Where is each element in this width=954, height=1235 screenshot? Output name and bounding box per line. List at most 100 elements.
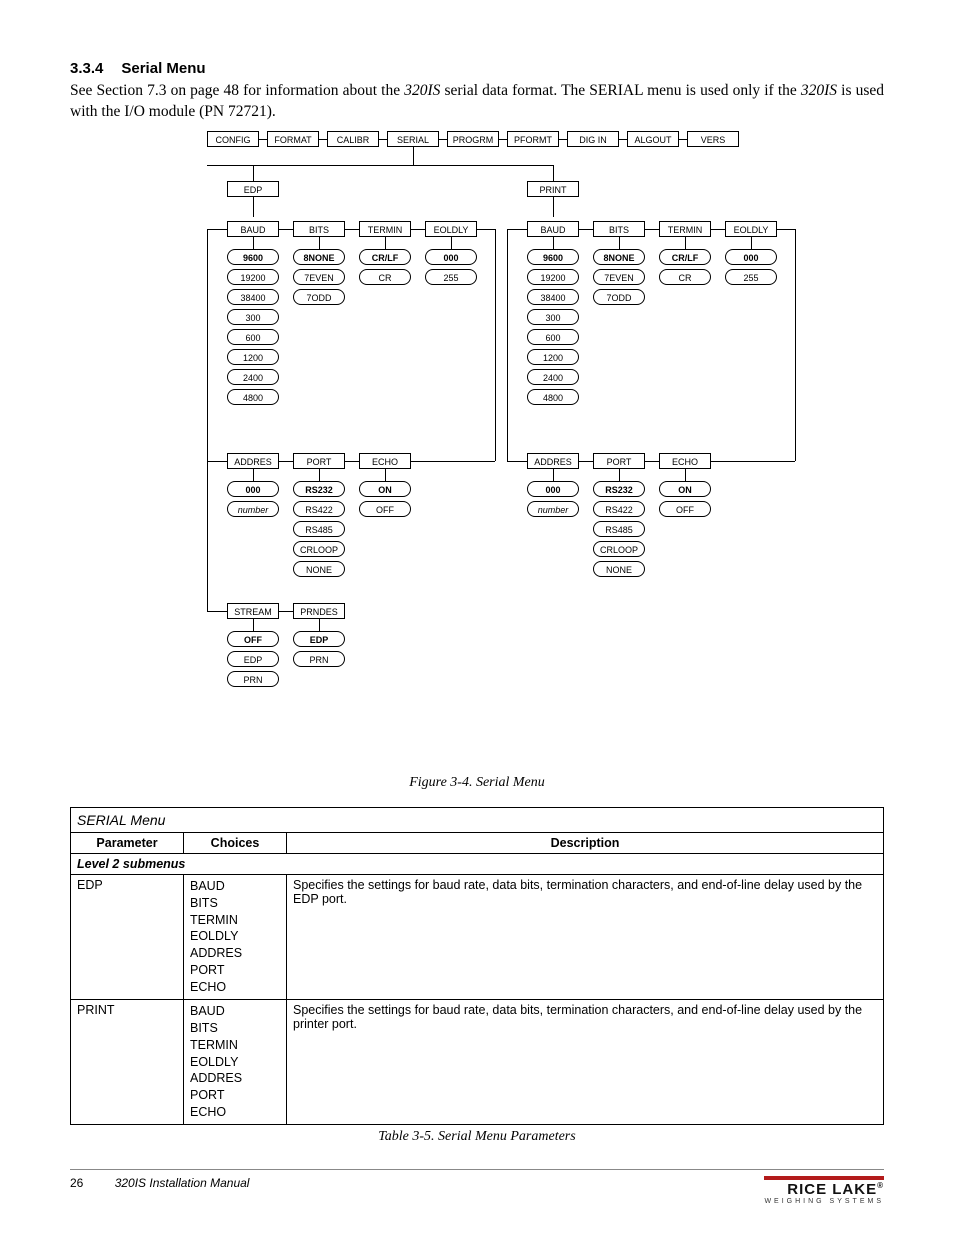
top-menu-item: VERS (687, 131, 739, 147)
port-opt: RS485 (293, 521, 345, 537)
eoldly-opt: 000 (425, 249, 477, 265)
top-menu-item: PROGRM (447, 131, 499, 147)
param-node: EOLDLY (425, 221, 477, 237)
addres-opt: 000 (527, 481, 579, 497)
bits-opt: 7ODD (593, 289, 645, 305)
baud-opt: 2400 (527, 369, 579, 385)
param-node: EOLDLY (725, 221, 777, 237)
figure-caption: Figure 3-4. Serial Menu (70, 775, 884, 791)
bits-opt: 8NONE (293, 249, 345, 265)
bits-opt: 7EVEN (593, 269, 645, 285)
choice-item: ECHO (190, 1104, 280, 1121)
table-section: Level 2 submenus (71, 853, 884, 874)
choice-item: ADDRES (190, 945, 280, 962)
table-row: EDP BAUDBITSTERMINEOLDLYADDRESPORTECHO S… (71, 874, 884, 999)
echo-opt: ON (659, 481, 711, 497)
termin-opt: CR/LF (659, 249, 711, 265)
eoldly-opt: 255 (425, 269, 477, 285)
baud-opt: 600 (227, 329, 279, 345)
baud-opt: 9600 (527, 249, 579, 265)
table-title: SERIAL Menu (71, 807, 884, 832)
param-node: BAUD (227, 221, 279, 237)
doc-title: 320IS Installation Manual (115, 1176, 250, 1190)
top-menu-item: SERIAL (387, 131, 439, 147)
baud-opt: 19200 (227, 269, 279, 285)
param-node: STREAM (227, 603, 279, 619)
param-node: BAUD (527, 221, 579, 237)
top-menu-item: FORMAT (267, 131, 319, 147)
port-opt: NONE (293, 561, 345, 577)
port-opt: NONE (593, 561, 645, 577)
stream-opt: PRN (227, 671, 279, 687)
stream-opt: OFF (227, 631, 279, 647)
prndes-opt: PRN (293, 651, 345, 667)
termin-opt: CR/LF (359, 249, 411, 265)
termin-opt: CR (659, 269, 711, 285)
table-cell-desc: Specifies the settings for baud rate, da… (287, 999, 884, 1124)
top-menu-item: CONFIG (207, 131, 259, 147)
echo-opt: OFF (659, 501, 711, 517)
baud-opt: 9600 (227, 249, 279, 265)
port-opt: CRLOOP (293, 541, 345, 557)
intro-text: serial data format. The SERIAL menu is u… (440, 82, 800, 99)
port-opt: RS232 (293, 481, 345, 497)
bits-opt: 7EVEN (293, 269, 345, 285)
print-node: PRINT (527, 181, 579, 197)
param-node: ECHO (659, 453, 711, 469)
param-node: BITS (593, 221, 645, 237)
serial-menu-table: SERIAL Menu Parameter Choices Descriptio… (70, 807, 884, 1125)
menu-diagram: CONFIGFORMATCALIBRSERIALPROGRMPFORMTDIG … (127, 131, 827, 771)
eoldly-opt: 000 (725, 249, 777, 265)
section-title: Serial Menu (121, 60, 205, 77)
table-cell-choices: BAUDBITSTERMINEOLDLYADDRESPORTECHO (184, 999, 287, 1124)
baud-opt: 1200 (227, 349, 279, 365)
baud-opt: 600 (527, 329, 579, 345)
intro-text: See Section 7.3 on page 48 for informati… (70, 82, 404, 99)
port-opt: CRLOOP (593, 541, 645, 557)
stream-opt: EDP (227, 651, 279, 667)
param-node: ADDRES (227, 453, 279, 469)
param-node: TERMIN (359, 221, 411, 237)
baud-opt: 1200 (527, 349, 579, 365)
param-node: BITS (293, 221, 345, 237)
intro-text-italic: 320IS (801, 82, 837, 99)
addres-opt: 000 (227, 481, 279, 497)
echo-opt: ON (359, 481, 411, 497)
prndes-opt: EDP (293, 631, 345, 647)
brand-logo: RICE LAKE® WEIGHING SYSTEMS (764, 1176, 884, 1205)
section-number: 3.3.4 (70, 60, 103, 77)
table-row: PRINT BAUDBITSTERMINEOLDLYADDRESPORTECHO… (71, 999, 884, 1124)
intro-text-italic: 320IS (404, 82, 440, 99)
baud-opt: 2400 (227, 369, 279, 385)
port-opt: RS485 (593, 521, 645, 537)
echo-opt: OFF (359, 501, 411, 517)
baud-opt: 38400 (227, 289, 279, 305)
table-header-description: Description (287, 832, 884, 853)
top-menu-item: CALIBR (327, 131, 379, 147)
addres-opt: number (527, 501, 579, 517)
brand-name: RICE LAKE (787, 1181, 877, 1198)
choice-item: BAUD (190, 878, 280, 895)
baud-opt: 4800 (227, 389, 279, 405)
baud-opt: 300 (227, 309, 279, 325)
baud-opt: 38400 (527, 289, 579, 305)
table-cell-choices: BAUDBITSTERMINEOLDLYADDRESPORTECHO (184, 874, 287, 999)
bits-opt: 8NONE (593, 249, 645, 265)
section-heading: 3.3.4 Serial Menu (70, 60, 884, 77)
choice-item: BITS (190, 1020, 280, 1037)
page-footer: 26 320IS Installation Manual RICE LAKE® … (70, 1169, 884, 1205)
table-caption: Table 3-5. Serial Menu Parameters (70, 1129, 884, 1145)
baud-opt: 300 (527, 309, 579, 325)
table-cell-param: PRINT (71, 999, 184, 1124)
termin-opt: CR (359, 269, 411, 285)
choice-item: ECHO (190, 979, 280, 996)
port-opt: RS232 (593, 481, 645, 497)
param-node: PORT (293, 453, 345, 469)
param-node: PORT (593, 453, 645, 469)
choice-item: PORT (190, 1087, 280, 1104)
param-node: TERMIN (659, 221, 711, 237)
port-opt: RS422 (293, 501, 345, 517)
choice-item: EOLDLY (190, 928, 280, 945)
eoldly-opt: 255 (725, 269, 777, 285)
brand-subtitle: WEIGHING SYSTEMS (764, 1198, 884, 1205)
